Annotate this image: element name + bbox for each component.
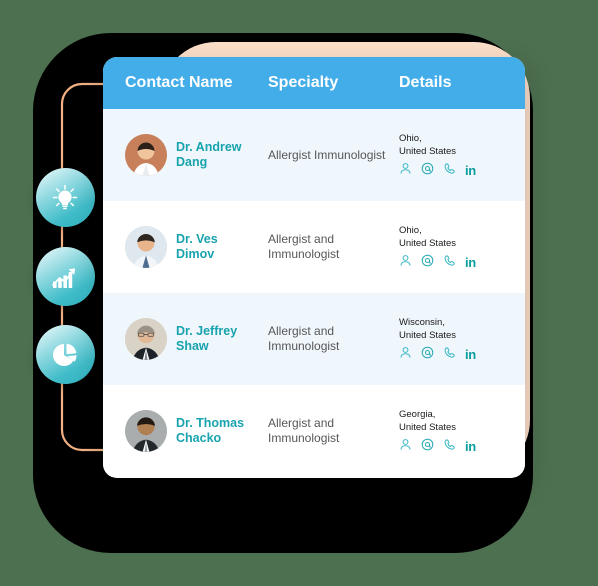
person-icon[interactable] [399, 438, 412, 455]
person-icon[interactable] [399, 162, 412, 179]
details-cell: Wisconsin, United States in [399, 316, 525, 362]
person-icon[interactable] [399, 346, 412, 363]
screenshot-stage: Contact Name Specialty Details Dr. Andre… [0, 0, 598, 586]
linkedin-icon[interactable]: in [465, 256, 476, 269]
avatar [125, 318, 167, 360]
column-header-contact-name: Contact Name [125, 74, 233, 91]
avatar [125, 410, 167, 452]
contact-name-link[interactable]: Dr. Thomas Chacko [176, 416, 258, 446]
lightbulb-icon [50, 183, 80, 213]
details-cell: Georgia, United States in [399, 408, 525, 454]
location-text: Georgia, United States [399, 408, 525, 434]
avatar [125, 134, 167, 176]
contact-name-cell: Dr. Thomas Chacko [125, 410, 268, 452]
email-icon[interactable] [421, 438, 434, 455]
specialty-cell: Allergist Immunologist [268, 147, 386, 162]
specialty-cell: Allergist and Immunologist [268, 324, 340, 353]
contact-name-cell: Dr. Andrew Dang [125, 134, 268, 176]
specialty-cell: Allergist and Immunologist [268, 416, 340, 445]
phone-icon[interactable] [443, 438, 456, 455]
phone-icon[interactable] [443, 346, 456, 363]
location-text: Ohio, United States [399, 132, 525, 158]
contacts-card: Contact Name Specialty Details Dr. Andre… [103, 57, 525, 478]
table-header: Contact Name Specialty Details [103, 57, 525, 109]
linkedin-icon[interactable]: in [465, 440, 476, 453]
location-line-2: United States [399, 422, 457, 433]
location-line-1: Wisconsin, [399, 317, 445, 328]
email-icon[interactable] [421, 162, 434, 179]
column-header-details: Details [399, 74, 452, 91]
contact-actions: in [399, 162, 525, 179]
contact-actions: in [399, 346, 525, 363]
pie-chart-icon [50, 340, 80, 370]
location-text: Wisconsin, United States [399, 316, 525, 342]
sidebar-item-insights[interactable] [35, 168, 95, 227]
location-line-1: Ohio, [399, 133, 422, 144]
sidebar-item-reports[interactable] [35, 325, 95, 384]
sidebar-item-analytics[interactable] [35, 246, 95, 306]
table-row[interactable]: Dr. Andrew Dang Allergist Immunologist O… [103, 109, 525, 201]
location-text: Ohio, United States [399, 224, 525, 250]
location-line-1: Ohio, [399, 225, 422, 236]
location-line-1: Georgia, [399, 409, 436, 420]
contact-name-cell: Dr. Ves Dimov [125, 226, 268, 268]
contact-name-link[interactable]: Dr. Ves Dimov [176, 232, 258, 262]
email-icon[interactable] [421, 254, 434, 271]
avatar [125, 226, 167, 268]
contact-name-link[interactable]: Dr. Jeffrey Shaw [176, 324, 258, 354]
details-cell: Ohio, United States in [399, 132, 525, 178]
details-cell: Ohio, United States in [399, 224, 525, 270]
table-row[interactable]: Dr. Jeffrey Shaw Allergist and Immunolog… [103, 293, 525, 385]
contact-name-link[interactable]: Dr. Andrew Dang [176, 140, 258, 170]
location-line-2: United States [399, 146, 457, 157]
linkedin-icon[interactable]: in [465, 348, 476, 361]
phone-icon[interactable] [443, 162, 456, 179]
bar-chart-growth-icon [49, 261, 81, 291]
specialty-cell: Allergist and Immunologist [268, 232, 340, 261]
column-header-specialty: Specialty [268, 74, 339, 91]
email-icon[interactable] [421, 346, 434, 363]
contact-name-cell: Dr. Jeffrey Shaw [125, 318, 268, 360]
contact-actions: in [399, 254, 525, 271]
location-line-2: United States [399, 330, 457, 341]
table-row[interactable]: Dr. Thomas Chacko Allergist and Immunolo… [103, 385, 525, 477]
linkedin-icon[interactable]: in [465, 164, 476, 177]
phone-icon[interactable] [443, 254, 456, 271]
person-icon[interactable] [399, 254, 412, 271]
table-row[interactable]: Dr. Ves Dimov Allergist and Immunologist… [103, 201, 525, 293]
location-line-2: United States [399, 238, 457, 249]
side-icon-rail [30, 168, 100, 384]
contact-actions: in [399, 438, 525, 455]
